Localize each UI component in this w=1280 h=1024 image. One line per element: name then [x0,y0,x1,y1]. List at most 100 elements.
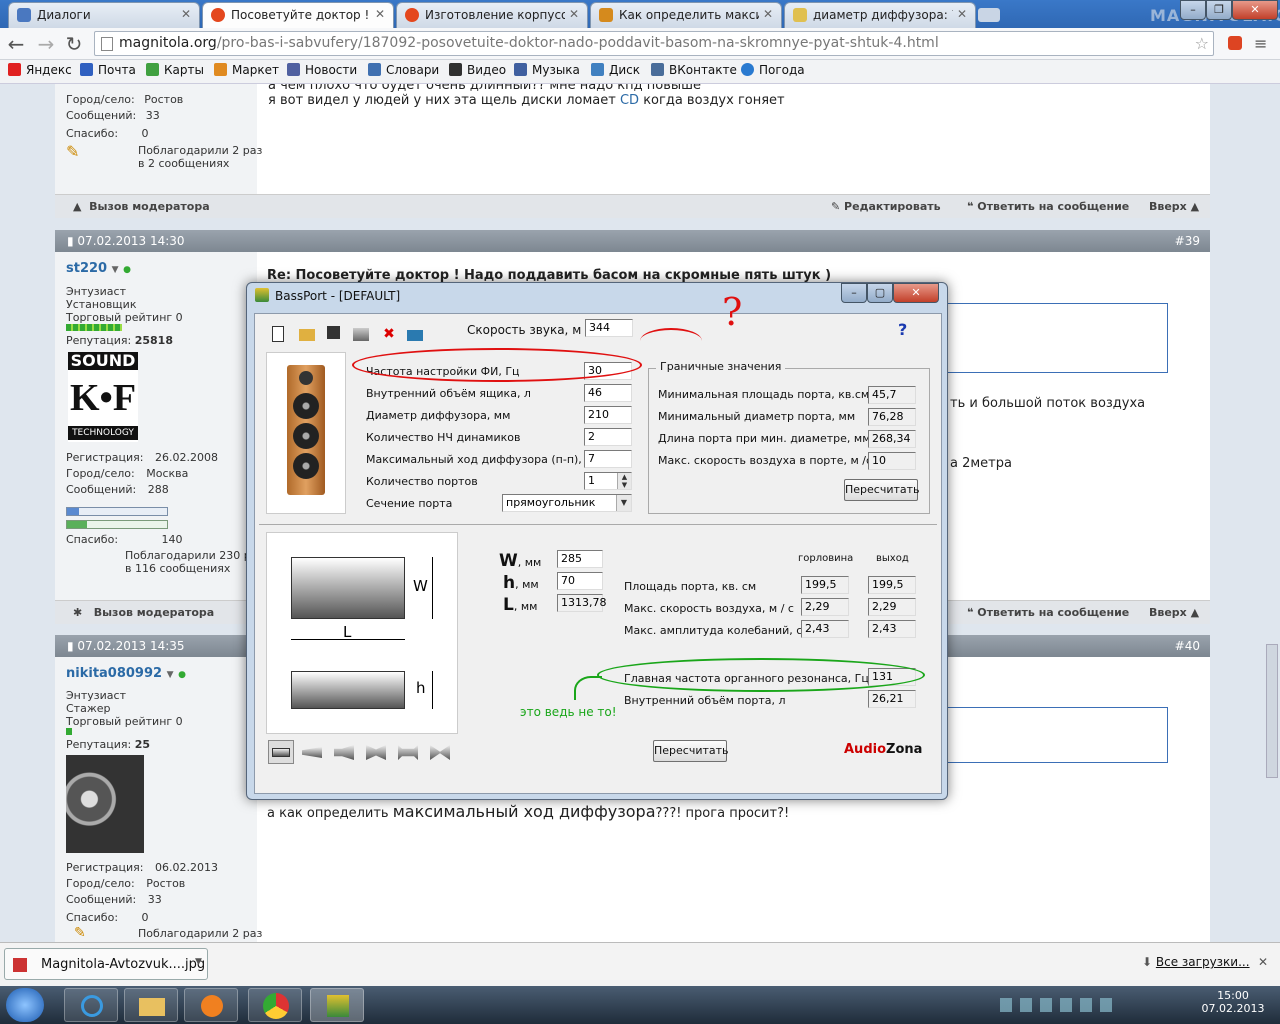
sound-speed-label: Скорость звука, м /с [467,323,596,337]
bookmark-maps[interactable]: Карты [146,63,204,77]
reload-icon[interactable]: ↻ [62,32,86,56]
sound-speed-input[interactable]: 344 [585,319,633,337]
recalculate-limits-button[interactable]: Пересчитать [844,479,920,501]
close-icon[interactable]: ✕ [375,7,385,21]
thanked-posts: в 2 сообщениях [138,157,230,170]
username[interactable]: st220 ▼ ● [66,261,131,276]
min-port-area-label: Минимальная площадь порта, кв.см. [658,388,873,401]
scrollbar-thumb[interactable] [1266,644,1278,778]
bookmark-weather[interactable]: Погода [741,63,805,77]
bookmark-dictionaries[interactable]: Словари [368,63,439,77]
max-air-velocity-exit: 2,29 [868,598,916,616]
up-link[interactable]: Вверх ▲ [1149,606,1199,619]
post-text: а как определить максимальный ход диффуз… [267,802,790,821]
bowtie-port-shape-button[interactable] [430,745,450,760]
double-flare-port-shape-button[interactable] [366,745,386,760]
print-icon[interactable] [353,328,369,341]
reply-link[interactable]: ❝ Ответить на сообщение [967,200,1129,213]
h-dimension-label: h [416,679,426,697]
user-rank: Энтузиаст [66,689,126,702]
minimize-button[interactable]: – [1180,0,1206,20]
bookmark-music[interactable]: Музыка [514,63,580,77]
max-air-velocity-label: Макс. скорость воздуха, м / с [624,602,794,615]
up-link[interactable]: Вверх ▲ [1149,200,1199,213]
tab-how-to-determine[interactable]: Как определить максима ✕ [590,2,782,28]
edit-link[interactable]: ✎ Редактировать [831,200,941,213]
tapered-port-shape-button[interactable] [302,747,322,758]
bookmark-mail[interactable]: Почта [80,63,136,77]
close-icon[interactable]: ✕ [763,7,773,21]
reply-link[interactable]: ❝ Ответить на сообщение [967,606,1129,619]
wrench-icon[interactable]: ≡ [1254,34,1267,53]
post-number[interactable]: #39 [1175,234,1200,248]
username[interactable]: nikita080992 ▼ ● [66,666,186,681]
woofer-count-input[interactable]: 2 [584,428,632,446]
maximize-button[interactable]: ❐ [1206,0,1232,20]
rect-port-shape-button[interactable] [268,740,294,764]
save-icon[interactable] [327,326,340,339]
horn-port-shape-button[interactable] [334,745,354,760]
minimize-button[interactable]: – [841,283,867,303]
taskbar-ie[interactable] [64,988,118,1022]
port-length-min-diameter-value: 268,34 [868,430,916,448]
bassport-client-area: ✖ Скорость звука, м /с 344 ? Частота нас… [254,313,942,794]
spinner-arrows-icon[interactable]: ▲ ▼ [617,473,631,489]
close-icon[interactable]: ✕ [181,7,191,21]
close-window-button[interactable]: ✕ [1232,0,1278,20]
taskbar-bassport[interactable] [310,988,364,1022]
forward-icon[interactable]: → [34,32,58,56]
flared-port-shape-button[interactable] [398,745,418,760]
width-input[interactable]: 285 [557,550,603,568]
new-file-icon[interactable] [272,326,284,342]
bookmark-vkontakte[interactable]: ВКонтакте [651,63,737,77]
thanked-count: Поблагодарили 230 раз [125,549,264,562]
taskbar-chrome[interactable] [248,988,302,1022]
max-excursion-input[interactable]: 7 [584,450,632,468]
tray-icons[interactable] [1000,998,1120,1012]
address-bar[interactable]: magnitola.org/pro-bas-i-sabvufery/187092… [94,31,1214,56]
bookmark-news[interactable]: Новости [287,63,357,77]
trade-rating: Торговый рейтинг 0 [66,311,183,324]
taskbar-media[interactable] [184,988,238,1022]
system-clock[interactable]: 15:00 07.02.2013 [1198,989,1268,1015]
tab-dialogs[interactable]: Диалоги ✕ [8,2,200,28]
help-icon[interactable]: ? [898,320,907,339]
download-item[interactable]: Magnitola-Avtozvuk....jpg ▼ [4,948,208,980]
report-moderator-link[interactable]: ▲ Вызов модератора [73,200,210,213]
extension-icon[interactable] [1228,36,1242,50]
close-icon[interactable]: ✕ [957,7,967,21]
chevron-down-icon[interactable]: ▼ [616,495,631,511]
start-button[interactable] [6,988,44,1022]
close-window-button[interactable]: ✕ [893,283,939,303]
close-icon[interactable]: ✕ [569,7,579,21]
delete-icon[interactable]: ✖ [381,326,397,342]
page-favicon-icon [793,8,807,22]
report-moderator-link[interactable]: ✱ Вызов модератора [73,606,214,619]
all-downloads-link[interactable]: ⬇ Все загрузки... [1142,955,1250,969]
cone-diameter-input[interactable]: 210 [584,406,632,424]
bookmark-video[interactable]: Видео [449,63,506,77]
cone-diameter-label: Диаметр диффузора, мм [366,409,511,422]
open-folder-icon[interactable] [299,329,315,341]
port-section-select[interactable]: прямоугольник [502,494,632,512]
taskbar-explorer[interactable] [124,988,178,1022]
tab-advice-thread[interactable]: Посоветуйте доктор ! На ✕ [202,2,394,28]
bookmark-disk[interactable]: Диск [591,63,640,77]
bookmark-yandex[interactable]: Яндекс [8,63,72,77]
chevron-down-icon[interactable]: ▼ [195,957,202,967]
reputation: Репутация: 25 [66,738,151,751]
maximize-button[interactable]: ▢ [867,283,893,303]
tab-enclosure[interactable]: Изготовление корпусов ✕ [396,2,588,28]
close-icon[interactable]: ✕ [1258,955,1268,969]
post-date: ▮ 07.02.2013 14:30 [67,234,185,248]
box-volume-input[interactable]: 46 [584,384,632,402]
back-icon[interactable]: ← [4,32,28,56]
recalculate-port-button[interactable]: Пересчитать [653,740,729,762]
new-tab-button[interactable] [978,8,1000,22]
calculator-icon[interactable] [407,330,423,341]
height-input[interactable]: 70 [557,572,603,590]
bookmark-market[interactable]: Маркет [214,63,279,77]
tab-cone-diameter[interactable]: диаметр диффузора: 72 ✕ [784,2,976,28]
bookmark-star-icon[interactable]: ☆ [1195,32,1209,55]
post-number[interactable]: #40 [1175,639,1200,653]
